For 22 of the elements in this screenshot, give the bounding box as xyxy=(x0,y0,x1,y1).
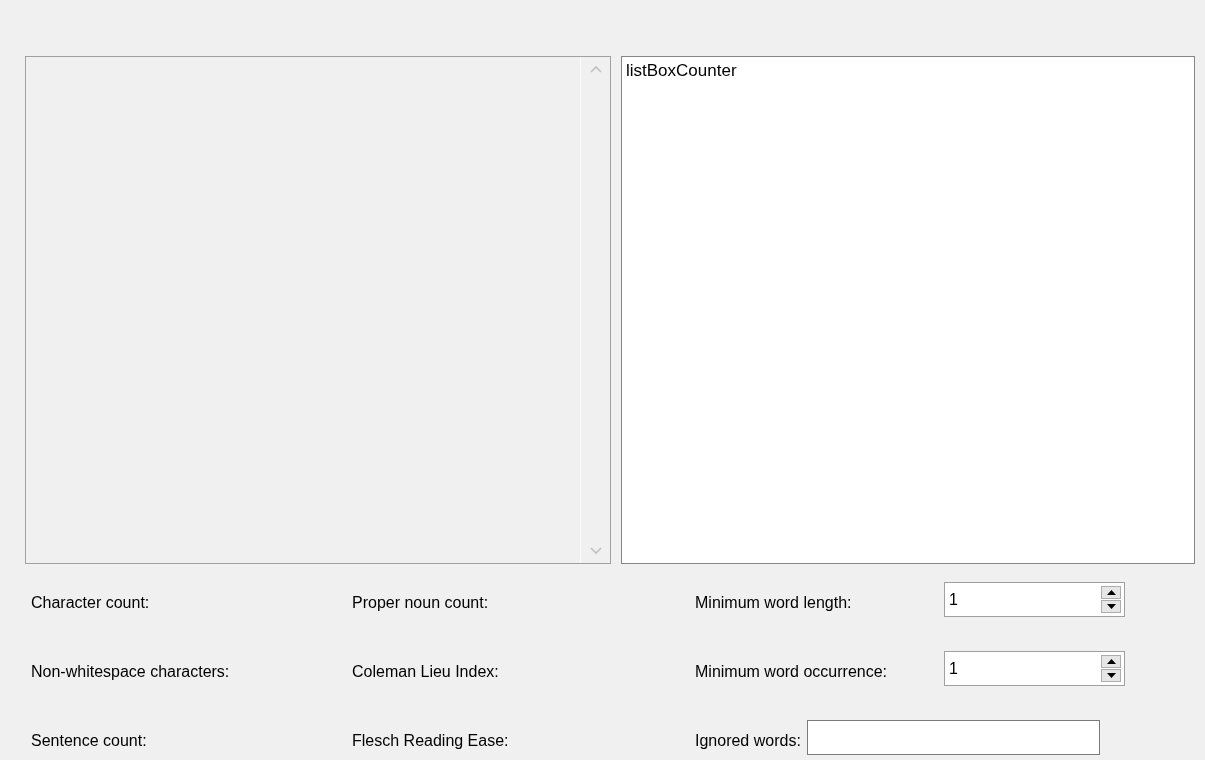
number-spinner[interactable]: 1 xyxy=(944,651,1125,686)
triangle-up-icon xyxy=(1106,590,1116,595)
spin-up-button[interactable] xyxy=(1101,655,1121,668)
spin-down-button[interactable] xyxy=(1101,600,1121,613)
input-field[interactable] xyxy=(806,720,1100,755)
list-box[interactable]: listBoxCounter xyxy=(621,56,1195,564)
setting-label: Minimum word length: xyxy=(695,594,853,612)
triangle-down-icon xyxy=(1106,604,1116,609)
stat-label: Character count: xyxy=(31,594,151,612)
stat-label: Flesch Reading Ease: xyxy=(352,732,510,750)
setting-label: Ignored words: xyxy=(695,732,801,750)
stat-label: Coleman Lieu Index: xyxy=(352,663,500,681)
triangle-down-icon xyxy=(1106,673,1116,678)
spin-up-button[interactable] xyxy=(1101,586,1121,599)
number-spinner[interactable]: 1 xyxy=(944,582,1125,617)
spin-down-button[interactable] xyxy=(1101,669,1121,682)
stat-label: Sentence count: xyxy=(31,732,148,750)
list-item[interactable]: listBoxCounter xyxy=(626,61,1190,81)
triangle-up-icon xyxy=(1106,659,1116,664)
stat-label: Proper noun count: xyxy=(352,594,490,612)
stat-label: Non-whitespace characters: xyxy=(31,663,231,681)
setting-label: Minimum word occurrence: xyxy=(695,663,889,681)
